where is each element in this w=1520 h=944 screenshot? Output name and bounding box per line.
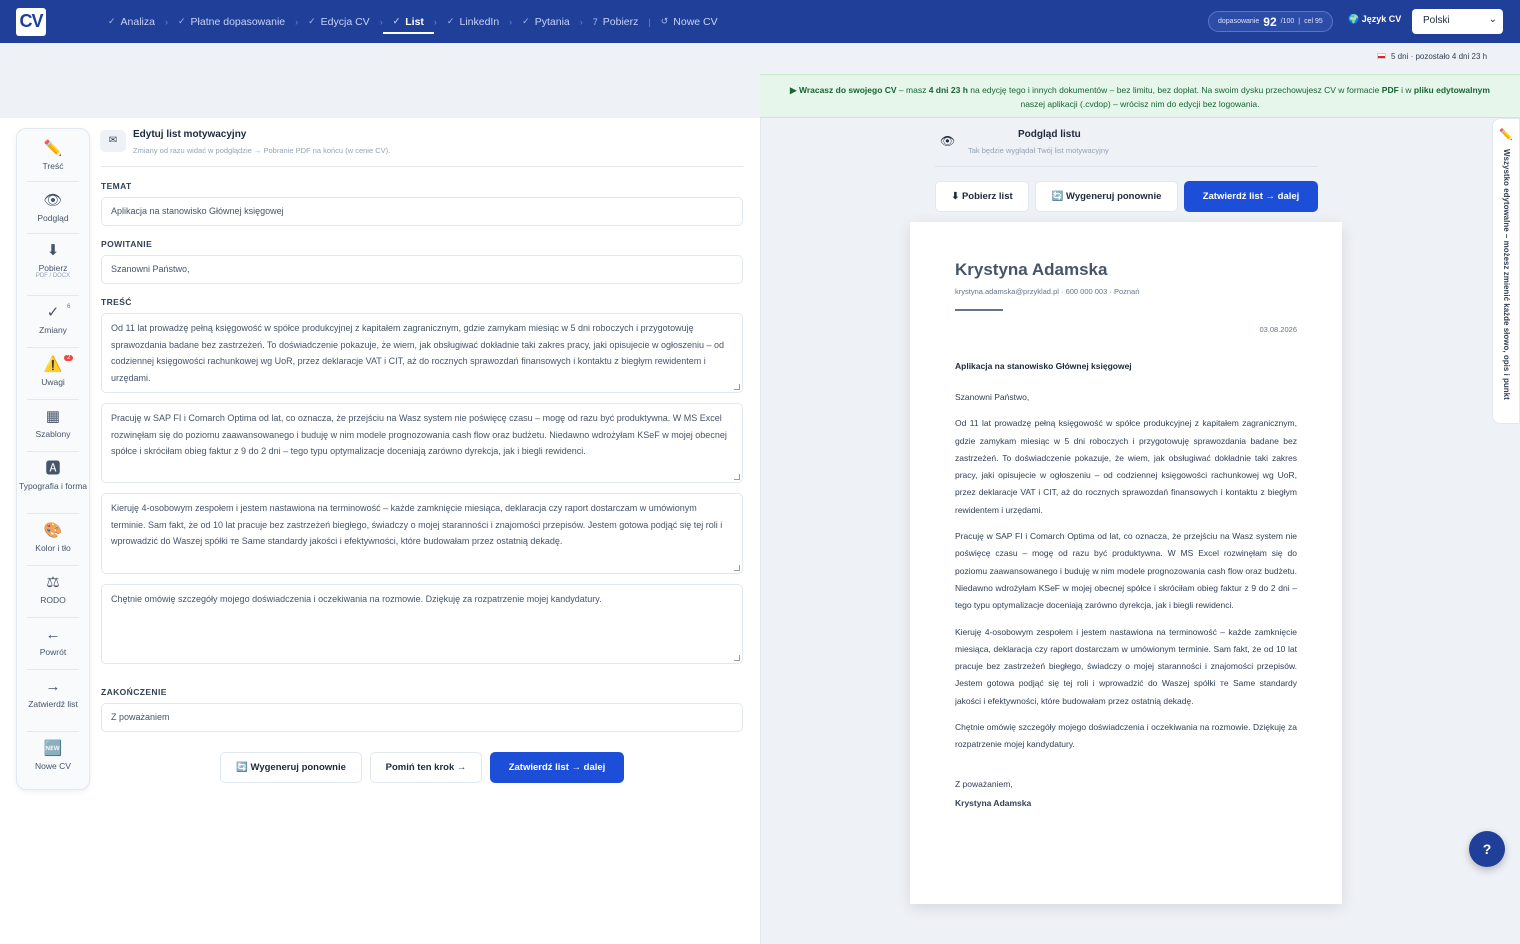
- rail-item-uwagi[interactable]: ⚠️ Uwagi 2: [17, 355, 89, 387]
- rail-item-zatwierdz[interactable]: → Zatwierdź list: [17, 677, 89, 709]
- step-analiza[interactable]: ✓ Analiza: [98, 0, 165, 43]
- editable-hint-tab[interactable]: ✏️ Wszystko edytowalne – możesz zmienić …: [1492, 118, 1520, 424]
- body-label: TREŚĆ: [101, 297, 132, 307]
- letter-paragraph: Kieruję 4-osobowym zespołem i jestem nas…: [955, 626, 1297, 706]
- letter-paragraph: Od 11 lat prowadzę pełną księgowość w sp…: [955, 418, 1297, 515]
- scales-icon: ⚖: [46, 574, 60, 591]
- new-icon: 🆕: [43, 740, 63, 757]
- return-notice: ▶ Wracasz do swojego CV – masz 4 dni 23 …: [760, 74, 1520, 118]
- step-navigation: ✓ Analiza › ✓ Płatne dopasowanie › ✓ Edycja…: [98, 0, 728, 43]
- language-label: 🌍 Język CV: [1348, 14, 1402, 24]
- check-icon: ✓: [446, 16, 455, 26]
- rail-item-tresc[interactable]: ✏️ Treść: [17, 139, 89, 171]
- subject-input[interactable]: Aplikacja na stanowisko Głównej księgowe…: [101, 197, 743, 226]
- letter-preview: Krystyna Adamska krystyna.adamska@przykl…: [910, 222, 1342, 904]
- letter-subject: Aplikacja na stanowisko Głównej księgowe…: [955, 361, 1132, 371]
- time-remaining: 5 dni · pozostało 4 dni 23 h: [1377, 52, 1487, 61]
- tool-rail: ✏️ Treść 👁 Podgląd ⬇ Pobierz PDF / DOCX ✓ Zmi…: [16, 128, 90, 790]
- letter-closing: Z poważaniem,: [955, 778, 1013, 789]
- rail-item-szablony[interactable]: ▦ Szablony: [17, 407, 89, 439]
- download-icon: ⬇: [46, 242, 60, 259]
- paragraph-2-textarea[interactable]: Pracuję w SAP FI i Comarch Optima od lat…: [101, 403, 743, 483]
- preview-confirm-button[interactable]: Zatwierdź list → dalej: [1184, 181, 1318, 212]
- match-score-badge: dopasowanie 92 /100 | cel 95: [1208, 11, 1333, 32]
- letter-date: 03.08.2026: [1259, 325, 1297, 334]
- eye-icon: 👁: [940, 134, 956, 148]
- rail-item-nowe-cv[interactable]: 🆕 Nowe CV: [17, 739, 89, 771]
- preview-title: Podgląd listu: [1018, 129, 1081, 140]
- paragraph-4-textarea[interactable]: Chętnie omówię szczegóły mojego doświadc…: [101, 584, 743, 664]
- arrow-left-icon: ←: [45, 626, 61, 643]
- letter-signature: Krystyna Adamska: [955, 797, 1032, 808]
- pencil-icon: ✏️: [43, 140, 63, 157]
- palette-icon: 🎨: [43, 522, 63, 539]
- language-select[interactable]: Polski ⌄: [1412, 9, 1503, 34]
- preview-regenerate-button[interactable]: 🔄 Wygeneruj ponownie: [1035, 181, 1178, 212]
- warning-icon: ⚠️: [43, 356, 63, 373]
- step-list[interactable]: ✓ List: [382, 0, 435, 43]
- step-linkedin[interactable]: ✓ LinkedIn: [437, 0, 509, 43]
- step-pytania[interactable]: ✓ Pytania: [512, 0, 580, 43]
- letter-paragraph: Chętnie omówię szczegóły mojego doświadc…: [955, 722, 1297, 750]
- grid-icon: ▦: [45, 408, 61, 425]
- paragraph-1-textarea[interactable]: Od 11 lat prowadzę pełną księgowość w sp…: [101, 313, 743, 393]
- letter-name: Krystyna Adamska: [955, 260, 1108, 279]
- letter-contact: krystyna.adamska@przyklad.pl · 600 000 0…: [955, 287, 1140, 296]
- step-platne-dopasowanie[interactable]: ✓ Płatne dopasowanie: [168, 0, 295, 43]
- notes-count-badge: 2: [64, 355, 74, 361]
- divider: [101, 166, 743, 167]
- check-icon: ✓: [308, 16, 316, 26]
- subject-label: TEMAT: [101, 181, 132, 191]
- globe-icon: 🌍: [1348, 14, 1360, 24]
- app-logo[interactable]: CV: [16, 7, 46, 36]
- greeting-input[interactable]: Szanowni Państwo,: [101, 255, 743, 284]
- rail-item-kolor[interactable]: 🎨 Kolor i tło: [17, 521, 89, 553]
- letter-rule: [955, 309, 1003, 311]
- font-icon: 🅰: [45, 460, 61, 477]
- chevron-down-icon: ⌄: [1488, 14, 1497, 25]
- rail-item-pobierz[interactable]: ⬇ Pobierz PDF / DOCX: [17, 241, 89, 279]
- closing-label: ZAKOŃCZENIE: [101, 687, 167, 697]
- eye-icon: 👁: [43, 192, 63, 209]
- paragraph-3-textarea[interactable]: Kieruję 4-osobowym zespołem i jestem nas…: [101, 493, 743, 574]
- check-icon: ✓: [392, 16, 401, 26]
- confirm-letter-button[interactable]: Zatwierdź list → dalej: [490, 752, 624, 783]
- step-number: 7: [592, 16, 598, 27]
- envelope-icon: ✉: [100, 130, 126, 152]
- rail-item-rodo[interactable]: ⚖ RODO: [17, 573, 89, 605]
- arrow-right-icon: →: [45, 678, 61, 695]
- refresh-icon: ↺: [660, 16, 669, 26]
- skip-step-button[interactable]: Pomiń ten krok →: [370, 752, 482, 783]
- check-icon: ✓: [522, 16, 530, 26]
- editor-subtitle: Zmiany od razu widać w podglądzie → Pobr…: [133, 146, 391, 155]
- editor-title: Edytuj list motywacyjny: [133, 129, 247, 140]
- flag-icon: [1377, 53, 1386, 59]
- pencil-icon: ✏️: [1499, 129, 1513, 141]
- help-button[interactable]: ?: [1469, 831, 1505, 867]
- preview-subtitle: Tak będzie wyglądał Twój list motywacyjn…: [968, 146, 1109, 155]
- letter-greeting: Szanowni Państwo,: [955, 392, 1030, 402]
- rail-item-zmiany[interactable]: ✓ Zmiany 6: [17, 303, 89, 335]
- step-nowe-cv[interactable]: ↺ Nowe CV: [651, 0, 728, 43]
- check-icon: ✓: [46, 304, 60, 321]
- step-edycja-cv[interactable]: ✓ Edycja CV: [298, 0, 380, 43]
- rail-item-powrot[interactable]: ← Powrót: [17, 625, 89, 657]
- step-pobierz[interactable]: 7 Pobierz: [583, 0, 649, 43]
- check-icon: ✓: [108, 16, 116, 26]
- changes-count-badge: 6: [67, 304, 71, 310]
- greeting-label: POWITANIE: [101, 239, 153, 249]
- rail-item-podglad[interactable]: 👁 Podgląd: [17, 191, 89, 223]
- rail-item-typografia[interactable]: 🅰 Typografia i forma: [17, 459, 89, 491]
- check-icon: ✓: [178, 16, 186, 26]
- divider: [935, 166, 1318, 167]
- top-bar: CV ✓ Analiza › ✓ Płatne dopasowanie › ✓ Edy…: [0, 0, 1520, 43]
- closing-input[interactable]: Z poważaniem: [101, 703, 743, 732]
- letter-paragraph: Pracuję w SAP FI i Comarch Optima od lat…: [955, 531, 1297, 611]
- regenerate-button[interactable]: 🔄 Wygeneruj ponownie: [220, 752, 362, 783]
- download-letter-button[interactable]: ⬇ Pobierz list: [935, 181, 1029, 212]
